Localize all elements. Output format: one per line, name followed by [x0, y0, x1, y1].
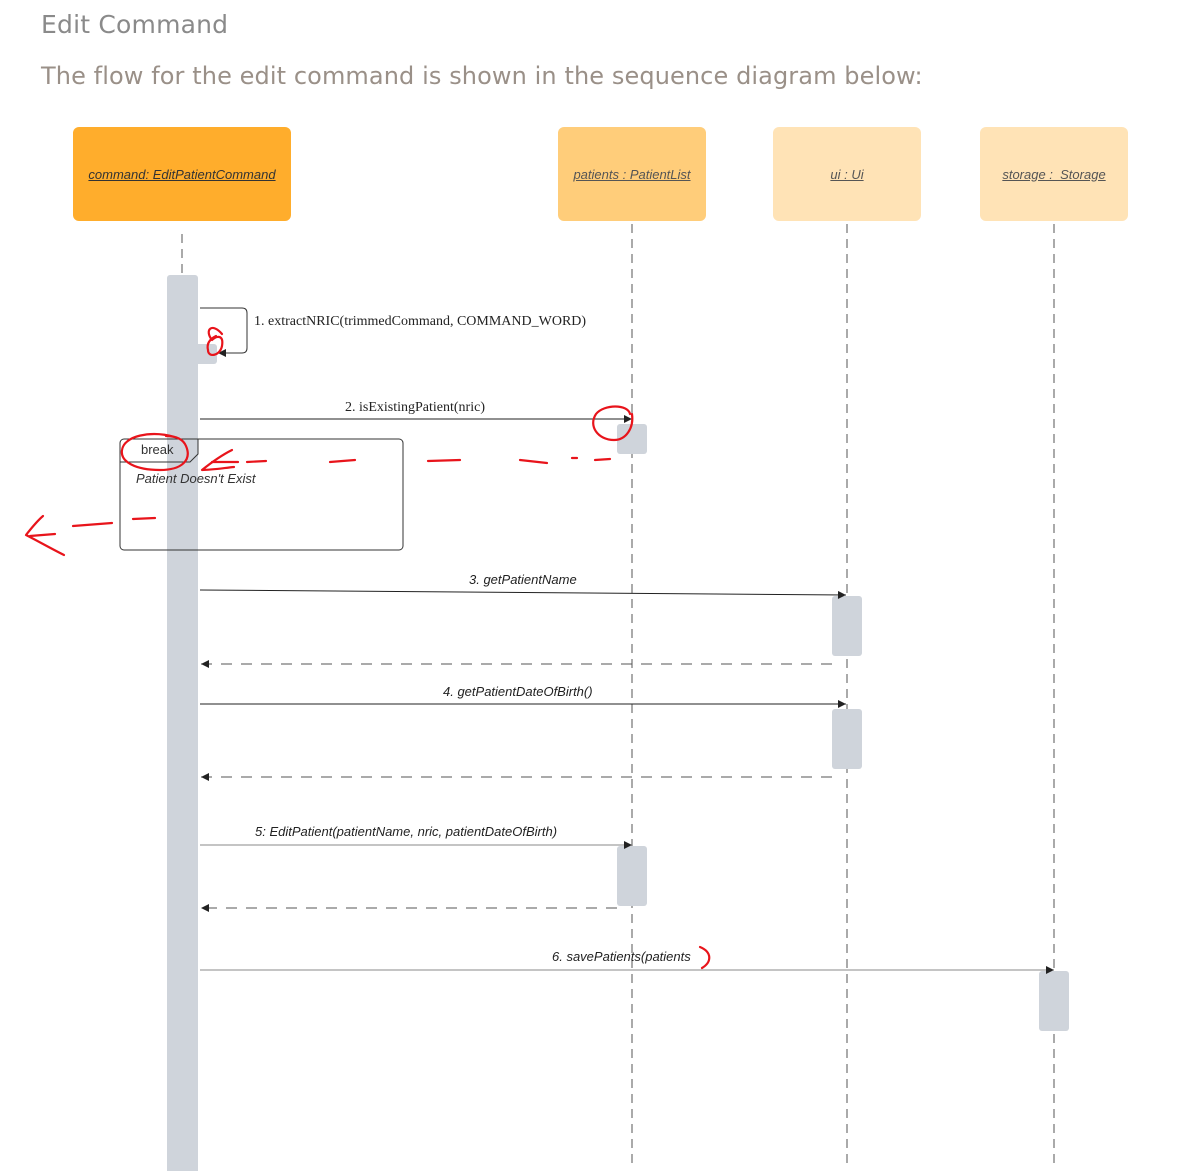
annotation-dash-7	[593, 457, 612, 462]
annotation-dash-4	[426, 458, 462, 463]
annotation-dash-5	[518, 458, 549, 465]
annotation-dash-3	[328, 458, 357, 464]
participant-storage-label: storage : Storage	[1002, 166, 1106, 182]
message-3-arrow	[199, 589, 847, 599]
activation-ui-2	[832, 709, 862, 769]
annotation-arrow-shaft	[28, 532, 57, 538]
participant-command-label: command: EditPatientCommand	[88, 166, 276, 182]
activation-patients-2	[617, 846, 647, 906]
red-annotations	[24, 326, 711, 970]
participant-ui: ui : Ui	[773, 127, 921, 221]
annotation-dash-8	[131, 516, 157, 521]
participant-patients: patients : PatientList	[558, 127, 706, 221]
message-1-label: 1. extractNRIC(trimmedCommand, COMMAND_W…	[254, 314, 586, 329]
message-4-label: 4. getPatientDateOfBirth()	[443, 684, 593, 699]
break-condition: Patient Doesn't Exist	[136, 471, 257, 486]
annotation-dash-9	[71, 521, 114, 528]
annotation-dash-2	[245, 459, 268, 464]
annotation-arrow-head	[200, 448, 236, 472]
participant-command: command: EditPatientCommand	[73, 127, 291, 221]
participant-ui-label: ui : Ui	[830, 166, 864, 182]
annotation-circle-message-2	[592, 405, 634, 442]
activations	[167, 275, 1069, 1171]
participant-patients-label: patients : PatientList	[573, 166, 691, 182]
message-6-label: 6. savePatients(patients	[552, 949, 691, 964]
break-label: break	[141, 442, 174, 457]
lifelines	[181, 224, 1055, 1166]
activation-command	[167, 275, 198, 1171]
activation-storage	[1039, 971, 1069, 1031]
break-fragment: break Patient Doesn't Exist	[119, 438, 404, 551]
activation-ui-1	[832, 596, 862, 656]
message-2-label: 2. isExistingPatient(nric)	[345, 400, 485, 415]
participant-storage: storage : Storage	[980, 127, 1128, 221]
annotation-paren-message-6	[698, 945, 711, 970]
message-3-label: 3. getPatientName	[469, 572, 577, 587]
message-5-label: 5: EditPatient(patientName, nric, patien…	[255, 824, 557, 839]
